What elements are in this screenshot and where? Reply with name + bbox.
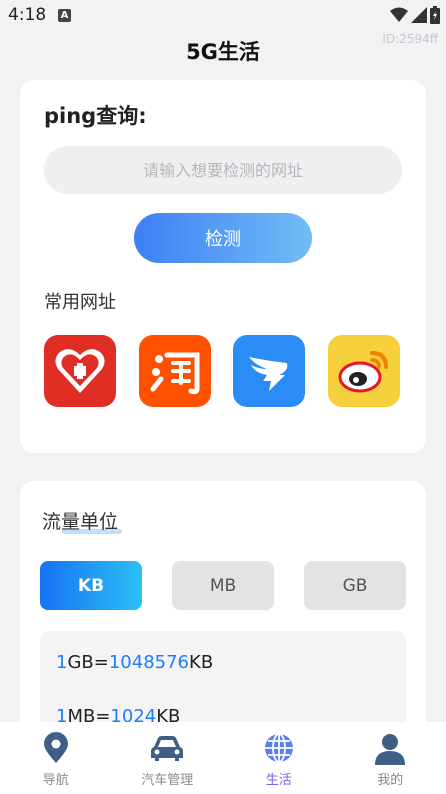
traffic-unit-title: 流量单位 (42, 511, 119, 533)
unit-button-kb[interactable]: KB (40, 561, 142, 610)
common-sites-list (44, 335, 400, 407)
url-input[interactable] (44, 146, 402, 194)
ping-card: ping查询: 检测 常用网址 (20, 80, 426, 453)
tab-car-management[interactable]: 汽车管理 (112, 722, 224, 794)
unit-button-gb[interactable]: GB (304, 561, 406, 610)
taobao-icon[interactable] (138, 335, 211, 407)
wifi-icon (390, 7, 408, 22)
id-watermark: ID:2594ff (382, 32, 438, 46)
unit-button-mb[interactable]: MB (172, 561, 274, 610)
user-icon (372, 730, 408, 766)
common-sites-title: 常用网址 (44, 292, 116, 313)
tab-navigation[interactable]: 导航 (0, 722, 112, 794)
status-time: 4:18 (8, 5, 47, 25)
page-title: 5G生活 (186, 40, 260, 64)
car-icon (149, 730, 185, 766)
dingtalk-icon[interactable] (233, 335, 306, 407)
status-bar: 4:18 A (0, 0, 446, 32)
bottom-tab-bar: 导航 汽车管理 生活 我的 (0, 722, 446, 794)
pinduoduo-icon[interactable] (44, 335, 116, 407)
detect-button[interactable]: 检测 (134, 213, 312, 263)
globe-icon (261, 730, 297, 766)
status-icons (390, 6, 440, 24)
traffic-unit-card: 流量单位 KB MB GB 1GB=1048576KB 1MB=1024KB (20, 481, 426, 751)
tab-life[interactable]: 生活 (223, 722, 335, 794)
signal-icon (411, 7, 427, 23)
conversion-row: 1GB=1048576KB (56, 652, 214, 673)
tab-mine[interactable]: 我的 (335, 722, 446, 794)
battery-icon (430, 6, 440, 24)
unit-selector: KB MB GB (40, 561, 406, 610)
ping-title: ping查询: (44, 104, 147, 128)
location-pin-icon (38, 730, 74, 766)
notification-badge: A (58, 9, 71, 22)
weibo-icon[interactable] (327, 335, 400, 407)
